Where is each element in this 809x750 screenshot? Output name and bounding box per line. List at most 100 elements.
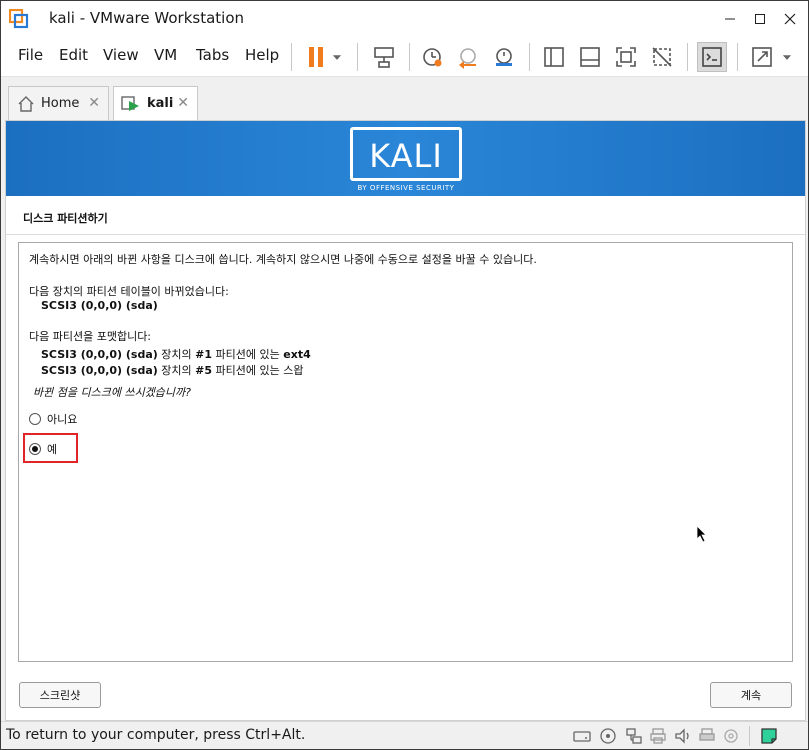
send-ctrl-alt-del-button[interactable] [369,42,399,72]
option-no-label: 아니요 [47,413,78,426]
vmware-logo-icon [9,9,29,29]
note-icon [761,728,777,744]
thumbnail-icon [580,47,600,67]
kali-logo-text: KALI [369,137,443,175]
mouse-cursor-icon [696,525,707,543]
window-title: kali - VMware Workstation [49,9,244,27]
kali-logo-subtext: BY OFFENSIVE SECURITY [357,184,455,192]
close-icon [784,13,796,25]
hard-disk-icon [573,731,591,742]
snapshot-icon [423,48,442,67]
menu-vm[interactable]: VM [154,46,177,64]
table-changed-device: SCSI3 (0,0,0) (sda) [41,299,158,312]
partition-summary-panel: 계속하시면 아래의 바뀐 사항을 디스크에 씁니다. 계속하지 않으시면 나중에… [18,242,793,662]
tab-bar: Home ✕ kali ✕ [1,77,808,120]
status-bar: To return to your computer, press Ctrl+A… [1,721,808,749]
snapshot-manager-button[interactable] [489,42,519,72]
snapshot-manager-icon [496,48,512,66]
thumbnail-bar-button[interactable] [575,42,605,72]
revert-snapshot-icon [459,48,476,69]
message-log-button[interactable] [759,726,779,746]
network-icon [626,728,642,744]
tab-kali[interactable]: kali ✕ [113,86,198,120]
menu-tabs[interactable]: Tabs [196,46,229,64]
format-item: SCSI3 (0,0,0) (sda) 장치의 #5 파티션에 있는 스왑 [41,362,304,378]
toolbar-separator [409,43,410,71]
menu-edit[interactable]: Edit [59,46,88,64]
continue-button[interactable]: 계속 [710,682,792,708]
unity-button[interactable] [647,42,677,72]
screenshot-button[interactable]: 스크린샷 [19,682,101,708]
format-item-text: 장치의 [157,348,196,361]
printer-status[interactable] [697,726,717,746]
vm-console[interactable]: KALI BY OFFENSIVE SECURITY 디스크 파티션하기 계속하… [5,120,806,721]
display-status[interactable] [721,726,741,746]
format-item-filesystem: ext4 [283,348,311,361]
toolbar-separator [529,43,530,71]
cd-dvd-status[interactable] [598,726,618,746]
tab-close-icon[interactable]: ✕ [88,95,100,111]
tab-kali-label: kali [147,96,174,111]
chevron-down-icon [782,55,792,60]
tab-close-icon[interactable]: ✕ [177,95,189,111]
confirm-question: 바뀐 점을 디스크에 쓰시겠습니까? [33,386,192,399]
format-label: 다음 파티션을 포맷합니다: [29,330,152,343]
divider [6,234,805,235]
printer-icon [699,728,715,741]
power-dropdown-button[interactable] [327,42,347,72]
hard-disk-status[interactable] [572,726,592,746]
format-item-text: 장치의 [157,364,196,377]
stretch-guest-button[interactable] [747,42,777,72]
selection-highlight [23,433,78,463]
toolbar-separator [737,43,738,71]
format-item: SCSI3 (0,0,0) (sda) 장치의 #1 파티션에 있는 ext4 [41,346,311,362]
toolbar-separator [357,43,358,71]
printer-icon [650,728,666,744]
format-item-device: SCSI3 (0,0,0) (sda) [41,364,158,377]
menu-file[interactable]: File [18,46,43,64]
format-item-text: 파티션에 있는 [212,364,284,377]
stretch-icon [752,47,772,67]
network-adapter-status[interactable] [624,726,644,746]
installer-step-title: 디스크 파티션하기 [23,212,108,225]
library-icon [544,47,564,67]
menu-view[interactable]: View [103,46,139,64]
speaker-icon [675,728,689,744]
show-library-button[interactable] [539,42,569,72]
send-keys-icon [374,47,394,68]
take-snapshot-button[interactable] [417,42,447,72]
stretch-dropdown-button[interactable] [777,42,797,72]
vm-running-icon [121,95,139,111]
radio-no[interactable] [29,413,41,425]
usb-controller-status[interactable] [648,726,668,746]
format-item-text: 파티션에 있는 [212,348,284,361]
title-bar: kali - VMware Workstation [1,1,808,37]
menu-help[interactable]: Help [245,46,279,64]
intro-text: 계속하시면 아래의 바뀐 사항을 디스크에 씁니다. 계속하지 않으시면 나중에… [29,253,537,266]
full-screen-button[interactable] [611,42,641,72]
close-window-button[interactable] [775,5,805,33]
status-message: To return to your computer, press Ctrl+A… [6,727,306,743]
revert-snapshot-button[interactable] [453,42,483,72]
console-view-button[interactable] [697,42,727,72]
cd-dvd-icon [600,728,616,744]
pause-icon [309,47,323,67]
tab-home-label: Home [41,96,80,111]
option-no[interactable]: 아니요 [29,411,77,427]
chevron-down-icon [332,55,342,60]
kali-logo: KALI [350,127,462,181]
format-item-filesystem: 스왑 [283,364,304,377]
minimize-icon [725,18,735,20]
table-changed-label: 다음 장치의 파티션 테이블이 바뀌었습니다: [29,285,229,298]
toolbar-separator [749,726,750,746]
minimize-button[interactable] [715,5,745,33]
format-item-partition: #5 [195,364,213,377]
tab-home[interactable]: Home ✕ [8,86,109,120]
vmware-window: kali - VMware Workstation File Edit View… [0,0,809,750]
unity-icon [652,47,672,67]
sound-card-status[interactable] [673,726,693,746]
maximize-button[interactable] [745,5,775,33]
format-item-device: SCSI3 (0,0,0) (sda) [41,348,158,361]
toolbar-separator [291,43,292,71]
format-item-partition: #1 [195,348,213,361]
